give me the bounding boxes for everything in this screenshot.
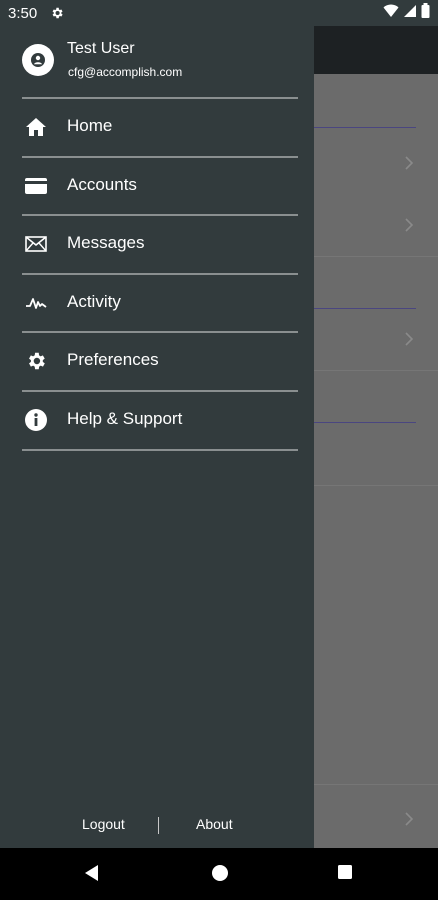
info-icon bbox=[24, 408, 48, 432]
card-icon bbox=[24, 174, 48, 198]
footer-divider bbox=[158, 817, 159, 834]
menu-item-messages[interactable]: Messages bbox=[22, 216, 298, 273]
menu-item-accounts[interactable]: Accounts bbox=[22, 158, 298, 215]
battery-icon bbox=[421, 3, 430, 23]
status-bar: 3:50 bbox=[0, 0, 438, 26]
system-nav-bar bbox=[0, 848, 438, 900]
wifi-icon bbox=[383, 4, 399, 23]
profile-email: cfg@accomplish.com bbox=[68, 65, 183, 79]
recents-icon[interactable] bbox=[337, 864, 357, 884]
drawer-menu: Home Accounts Messages Activity Preferen… bbox=[22, 97, 298, 451]
menu-item-home[interactable]: Home bbox=[22, 99, 298, 156]
chevron-right-icon[interactable] bbox=[402, 812, 416, 826]
divider bbox=[314, 784, 438, 785]
menu-item-label: Activity bbox=[67, 291, 121, 311]
divider bbox=[22, 448, 298, 451]
gear-icon bbox=[24, 349, 48, 373]
about-link[interactable]: About bbox=[196, 816, 233, 832]
back-icon[interactable] bbox=[84, 864, 104, 884]
menu-item-label: Home bbox=[67, 116, 113, 135]
section-underline bbox=[314, 422, 416, 423]
avatar bbox=[22, 44, 54, 76]
divider bbox=[314, 485, 438, 486]
menu-item-label: Messages bbox=[67, 233, 145, 253]
menu-item-label: Accounts bbox=[67, 174, 137, 194]
navigation-drawer: Test User cfg@accomplish.com Home Accoun… bbox=[0, 26, 314, 848]
section-underline bbox=[314, 127, 416, 128]
home-icon bbox=[24, 115, 48, 139]
menu-item-preferences[interactable]: Preferences bbox=[22, 333, 298, 390]
mail-icon bbox=[24, 232, 48, 256]
menu-item-label: Preferences bbox=[67, 350, 159, 370]
user-icon bbox=[31, 53, 45, 67]
section-underline bbox=[314, 308, 416, 309]
menu-item-label: Help & Support bbox=[67, 408, 183, 428]
divider bbox=[314, 256, 438, 257]
activity-icon bbox=[24, 291, 48, 315]
logout-link[interactable]: Logout bbox=[82, 816, 125, 832]
menu-item-activity[interactable]: Activity bbox=[22, 275, 298, 332]
signal-icon bbox=[403, 4, 417, 23]
drawer-footer: Logout About bbox=[0, 814, 314, 838]
home-button-icon[interactable] bbox=[211, 864, 231, 884]
menu-item-help-support[interactable]: Help & Support bbox=[22, 392, 298, 449]
chevron-right-icon[interactable] bbox=[402, 332, 416, 346]
profile-name: Test User bbox=[67, 40, 135, 57]
profile-header[interactable]: Test User cfg@accomplish.com bbox=[22, 40, 298, 98]
settings-gear-icon bbox=[50, 6, 64, 20]
status-time: 3:50 bbox=[8, 5, 38, 22]
chevron-right-icon[interactable] bbox=[402, 218, 416, 232]
status-icons bbox=[383, 3, 430, 23]
divider bbox=[314, 370, 438, 371]
chevron-right-icon[interactable] bbox=[402, 156, 416, 170]
